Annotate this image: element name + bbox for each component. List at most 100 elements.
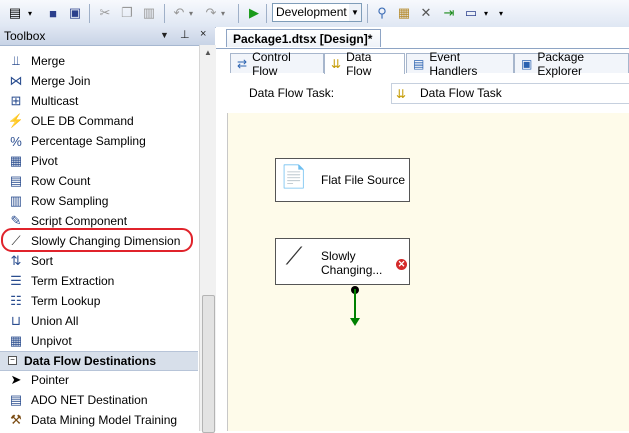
script-component-icon: ✎ — [10, 213, 22, 228]
toolbox-title-bar: Toolbox ▼ ⊥ × — [0, 27, 215, 46]
paste-icon[interactable]: ▥ — [140, 4, 158, 22]
scrollbar-thumb[interactable] — [202, 295, 215, 433]
component-label: Changing... — [321, 263, 383, 277]
row-sampling-icon: ▥ — [9, 193, 23, 208]
new-item-icon[interactable]: ▤ — [6, 4, 24, 22]
tab-data-flow[interactable]: ⇊ Data Flow — [324, 50, 405, 78]
toolbox-item-merge-join[interactable]: ⋈ Merge Join — [0, 71, 198, 91]
data-mining-model-training-icon: ⚒ — [10, 412, 22, 427]
package-explorer-icon: ▣ — [521, 56, 533, 71]
toolbox-item-term-lookup[interactable]: ☷ Term Lookup — [0, 291, 198, 311]
toolbox-item-label: Script Component — [31, 214, 128, 228]
pivot-icon: ▦ — [9, 153, 23, 168]
toolbox-item-pivot[interactable]: ▦ Pivot — [0, 151, 198, 171]
pointer-icon: ➤ — [10, 372, 22, 387]
toolbox-item-term-extraction[interactable]: ☰ Term Extraction — [0, 271, 198, 291]
document-tab[interactable]: Package1.dtsx [Design]* — [226, 29, 381, 47]
start-icon[interactable]: ▶ — [245, 4, 263, 22]
slowly-changing-dimension-component[interactable]: ⟋ Slowly Changing... ✕ — [275, 238, 410, 285]
toolbox-item-label: Multicast — [31, 94, 79, 108]
tab-control-flow[interactable]: ⇄ Control Flow — [230, 50, 324, 78]
highlight-annotation — [1, 228, 193, 252]
solution-configuration-select[interactable]: Development ▼ — [272, 3, 362, 22]
toolbox-item-multicast[interactable]: ⊞ Multicast — [0, 91, 198, 111]
tools-icon[interactable]: ✕ — [417, 4, 435, 22]
new-item-dropdown-icon[interactable]: ▾ — [26, 4, 34, 22]
toolbox-item-label: Pointer — [31, 373, 70, 387]
properties-icon[interactable]: ⚲ — [373, 4, 391, 22]
toolbox-title: Toolbox — [4, 29, 46, 43]
scroll-up-icon[interactable]: ▲ — [200, 45, 216, 61]
toolbox-item-row-count[interactable]: ▤ Row Count — [0, 171, 198, 191]
slowly-changing-dimension-icon: ⟋ — [285, 243, 303, 270]
control-flow-icon: ⇄ — [237, 56, 248, 71]
toolbox-item-label: Merge Join — [31, 74, 91, 88]
toolbox-item-label: ADO NET Destination — [31, 393, 148, 407]
toolbox-item-label: Merge — [31, 54, 66, 68]
standard-toolbar: ▤ ▾ ■ ▣ ✂ ❐ ▥ ↶ ▾ ↷ ▾ ▶ Development ▼ ⚲ … — [0, 0, 629, 28]
tab-label: Package Explorer — [537, 49, 585, 78]
close-icon[interactable]: × — [200, 28, 206, 40]
component-label: Slowly — [321, 249, 356, 263]
row-count-icon: ▤ — [9, 173, 23, 188]
toolbox-item-label: Pivot — [31, 154, 58, 168]
toolbox-scrollbar[interactable]: ▲ — [199, 45, 216, 433]
toolbox-item-merge[interactable]: ⫫ Merge — [0, 51, 198, 71]
chevron-down-icon: ▼ — [349, 4, 361, 21]
sort-icon: ⇅ — [10, 253, 22, 268]
toolbox-item-unpivot[interactable]: ▦ Unpivot — [0, 331, 198, 351]
path-arrow-icon — [350, 318, 360, 326]
multicast-icon: ⊞ — [10, 93, 22, 108]
unpivot-icon: ▦ — [9, 333, 23, 348]
toolbox-item-ado-net-destination[interactable]: ▤ ADO NET Destination — [0, 390, 198, 410]
import-icon[interactable]: ⇥ — [440, 4, 458, 22]
toolbar-separator — [367, 4, 368, 23]
toolbox-item-union-all[interactable]: ⊔ Union All — [0, 311, 198, 331]
toolbox-item-label: Term Extraction — [31, 274, 115, 288]
data-flow-canvas[interactable]: 📄 Flat File Source ⟋ Slowly Changing... … — [227, 113, 629, 431]
window-position-icon[interactable]: ▼ — [160, 30, 169, 40]
ole-db-command-icon: ⚡ — [7, 113, 25, 128]
flat-file-source-icon: 📄 — [280, 164, 308, 189]
tab-event-handlers[interactable]: ▤ Event Handlers — [406, 50, 514, 78]
tab-label: Event Handlers — [429, 49, 478, 78]
toolbox-group-data-flow-destinations[interactable]: − Data Flow Destinations — [0, 351, 198, 371]
data-flow-task-icon: ⇊ — [396, 87, 407, 101]
data-flow-icon: ⇊ — [331, 57, 342, 71]
cut-icon[interactable]: ✂ — [96, 4, 114, 22]
designer-tab-bar: ⇄ Control Flow ⇊ Data Flow ▤ Event Handl… — [216, 48, 629, 107]
data-flow-path[interactable] — [354, 289, 356, 321]
flat-file-source-component[interactable]: 📄 Flat File Source — [275, 158, 410, 202]
save-icon[interactable]: ■ — [44, 4, 62, 22]
toolbox-item-label: Union All — [31, 314, 79, 328]
toolbox-item-ole-db-command[interactable]: ⚡ OLE DB Command — [0, 111, 198, 131]
save-all-icon[interactable]: ▣ — [66, 4, 84, 22]
error-icon[interactable]: ✕ — [396, 259, 407, 270]
command-window-icon[interactable]: ▭ — [462, 4, 480, 22]
redo-dropdown-icon[interactable]: ▾ — [219, 4, 227, 22]
redo-icon[interactable]: ↷ — [202, 4, 220, 22]
toolbox-item-data-mining-model-training[interactable]: ⚒ Data Mining Model Training — [0, 410, 198, 430]
tab-label: Data Flow — [346, 50, 372, 78]
command-dropdown-icon[interactable]: ▾ — [482, 4, 490, 22]
toolbox-item-percentage-sampling[interactable]: % Percentage Sampling — [0, 131, 198, 151]
package-designer: Package1.dtsx [Design]* ⇄ Control Flow ⇊… — [216, 27, 629, 431]
toolbox-icon[interactable]: ▦ — [395, 4, 413, 22]
undo-icon[interactable]: ↶ — [170, 4, 188, 22]
toolbar-options-icon[interactable]: ▾ — [497, 4, 505, 22]
merge-icon: ⫫ — [12, 53, 20, 68]
copy-icon[interactable]: ❐ — [118, 4, 136, 22]
data-flow-task-select[interactable]: ⇊ Data Flow Task — [391, 83, 629, 104]
toolbox-item-pointer[interactable]: ➤ Pointer — [0, 370, 198, 390]
undo-dropdown-icon[interactable]: ▾ — [187, 4, 195, 22]
task-value: Data Flow Task — [420, 86, 502, 100]
percentage-sampling-icon: % — [10, 133, 22, 149]
pin-icon[interactable]: ⊥ — [180, 28, 190, 41]
term-lookup-icon: ☷ — [10, 293, 22, 308]
toolbox-item-label: Data Mining Model Training — [31, 413, 178, 427]
toolbox-group-label: Data Flow Destinations — [24, 354, 157, 368]
union-all-icon: ⊔ — [10, 313, 22, 328]
tab-package-explorer[interactable]: ▣ Package Explorer — [514, 50, 629, 78]
toolbox-item-sort[interactable]: ⇅ Sort — [0, 251, 198, 271]
toolbox-item-row-sampling[interactable]: ▥ Row Sampling — [0, 191, 198, 211]
